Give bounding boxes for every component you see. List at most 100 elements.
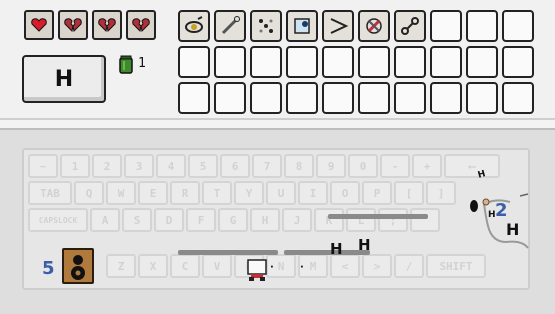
floating-letter: H	[330, 240, 343, 258]
key: ]	[426, 181, 456, 205]
inventory-slot[interactable]	[286, 82, 318, 114]
inventory-slot[interactable]	[466, 10, 498, 42]
inventory-slot[interactable]	[250, 82, 282, 114]
key: ~	[28, 154, 58, 178]
inventory-slot[interactable]	[466, 82, 498, 114]
key: 5	[188, 154, 218, 178]
dice-dots-icon[interactable]	[250, 10, 282, 42]
inventory-slot[interactable]	[214, 46, 246, 78]
inventory-slot[interactable]	[214, 82, 246, 114]
platform	[178, 250, 278, 255]
key: Z	[106, 254, 136, 278]
key: ;	[378, 208, 408, 232]
key: G	[218, 208, 248, 232]
key: Q	[74, 181, 104, 205]
key: [	[394, 181, 424, 205]
inventory-grid	[178, 10, 534, 114]
crystal-icon[interactable]	[286, 10, 318, 42]
keyboard-row-3: CAPSLOCK A S D F G H J K L ; '	[28, 208, 440, 232]
inventory-slot[interactable]	[322, 82, 354, 114]
inventory-slot[interactable]	[250, 46, 282, 78]
key: K	[314, 208, 344, 232]
keyboard-row-4: Z X C V B N M < > / SHIFT	[106, 254, 486, 278]
heart-broken-icon	[58, 10, 88, 40]
beak-icon[interactable]	[322, 10, 354, 42]
keyboard-background: ~ 1 2 3 4 5 6 7 8 9 0 - + ⟵ TAB Q W E R …	[22, 148, 530, 290]
key: SHIFT	[426, 254, 486, 278]
key: A	[90, 208, 120, 232]
key: C	[170, 254, 200, 278]
key: P	[362, 181, 392, 205]
bullet-dot: ·	[300, 262, 304, 273]
wand-icon[interactable]	[214, 10, 246, 42]
inventory-slot[interactable]	[466, 46, 498, 78]
key: O	[330, 181, 360, 205]
chain-icon[interactable]	[394, 10, 426, 42]
key: 6	[220, 154, 250, 178]
player-icon	[246, 258, 268, 282]
key: U	[266, 181, 296, 205]
inventory-slot[interactable]	[502, 82, 534, 114]
inventory-slot[interactable]	[502, 46, 534, 78]
active-key-button[interactable]: H	[22, 55, 106, 103]
key: L	[346, 208, 376, 232]
health-bar	[24, 10, 156, 40]
keyboard-row-1: ~ 1 2 3 4 5 6 7 8 9 0 - + ⟵	[28, 154, 500, 178]
key: V	[202, 254, 232, 278]
key: +	[412, 154, 442, 178]
inventory-slot[interactable]	[178, 82, 210, 114]
key: X	[138, 254, 168, 278]
key: E	[138, 181, 168, 205]
key: 3	[124, 154, 154, 178]
keyboard-row-2: TAB Q W E R T Y U I O P [ ]	[28, 181, 456, 205]
heart-broken-icon	[92, 10, 122, 40]
key: ⟵	[444, 154, 500, 178]
key: 8	[284, 154, 314, 178]
bullet-dot: ·	[270, 262, 274, 273]
key: 7	[252, 154, 282, 178]
heart-full-icon	[24, 10, 54, 40]
key: >	[362, 254, 392, 278]
key: T	[202, 181, 232, 205]
key: R	[170, 181, 200, 205]
inventory-slot[interactable]	[358, 82, 390, 114]
key: 4	[156, 154, 186, 178]
speaker-enemy-icon	[62, 248, 94, 284]
inventory-slot[interactable]	[394, 82, 426, 114]
inventory-slot[interactable]	[430, 82, 462, 114]
key: CAPSLOCK	[28, 208, 88, 232]
key: 0	[348, 154, 378, 178]
key: /	[394, 254, 424, 278]
hud-panel: H 1	[0, 0, 555, 120]
inventory-slot[interactable]	[430, 10, 462, 42]
key: TAB	[28, 181, 72, 205]
key: S	[122, 208, 152, 232]
boss-count: 2	[495, 200, 508, 221]
jar-count: 1	[138, 56, 146, 71]
key: D	[154, 208, 184, 232]
key: F	[186, 208, 216, 232]
inventory-slot[interactable]	[178, 46, 210, 78]
enemy-count: 5	[42, 258, 55, 279]
inventory-slot[interactable]	[430, 46, 462, 78]
key: -	[380, 154, 410, 178]
platform	[328, 214, 428, 219]
heart-broken-icon	[126, 10, 156, 40]
key: J	[282, 208, 312, 232]
key: '	[410, 208, 440, 232]
jar-icon	[116, 55, 136, 75]
inventory-slot[interactable]	[502, 10, 534, 42]
key: Y	[234, 181, 264, 205]
eye-orb-icon[interactable]	[178, 10, 210, 42]
key: 9	[316, 154, 346, 178]
key: H	[250, 208, 280, 232]
inventory-slot[interactable]	[358, 46, 390, 78]
inventory-slot[interactable]	[394, 46, 426, 78]
floating-letter: H	[358, 236, 371, 254]
key: W	[106, 181, 136, 205]
inventory-slot[interactable]	[322, 46, 354, 78]
key: 1	[60, 154, 90, 178]
key: 2	[92, 154, 122, 178]
cross-gem-icon[interactable]	[358, 10, 390, 42]
inventory-slot[interactable]	[286, 46, 318, 78]
